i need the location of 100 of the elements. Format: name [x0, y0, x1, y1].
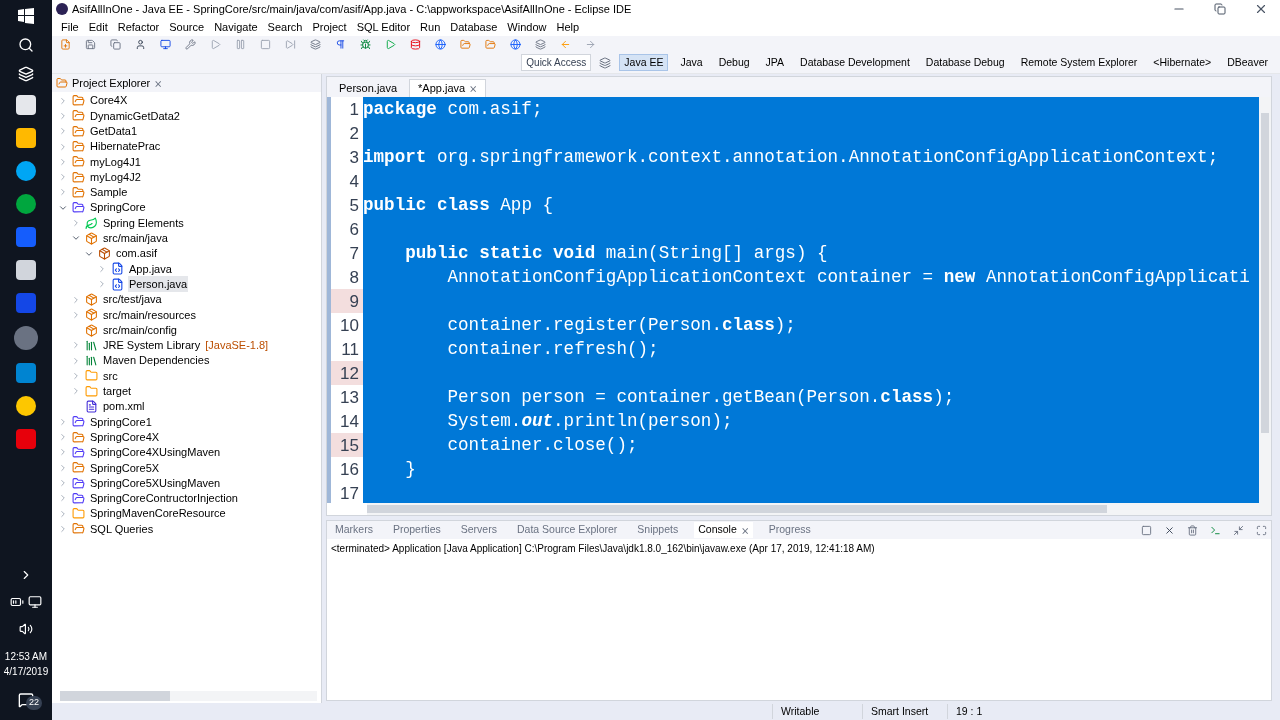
tree-item[interactable]: SpringCore4XUsingMaven [89, 444, 222, 461]
panel-tab[interactable]: Markers [331, 522, 377, 538]
menu-item[interactable]: Search [262, 18, 308, 36]
open-perspective-icon[interactable] [599, 56, 612, 69]
tree-item[interactable]: Person.java [128, 275, 189, 293]
network-icon[interactable] [28, 595, 42, 609]
tree-item[interactable]: SpringCore1 [89, 413, 153, 431]
tree-item[interactable]: SpringCore4X [89, 428, 161, 446]
windows-logo-icon[interactable] [18, 8, 34, 24]
tree-item[interactable]: src [102, 367, 119, 385]
tree-item[interactable]: SpringCore5X [89, 459, 161, 477]
tree-item[interactable]: src/test/java [102, 291, 163, 308]
perspective-button[interactable]: Java EE [619, 53, 669, 72]
tree-item[interactable]: SQL Queries [89, 520, 155, 538]
perspective-button[interactable]: Debug [714, 54, 754, 71]
restore-icon[interactable] [1214, 3, 1226, 15]
close-icon[interactable] [1254, 2, 1268, 16]
task-view-icon[interactable] [18, 66, 34, 82]
perspective-button[interactable]: Java [676, 54, 707, 71]
menu-item[interactable]: Run [415, 18, 446, 36]
panel-tab[interactable]: Properties [388, 522, 445, 538]
forward-icon[interactable] [585, 38, 596, 50]
quick-access-field[interactable]: Quick Access [521, 54, 592, 71]
tree-item[interactable]: Core4X [89, 92, 129, 109]
wrench-icon[interactable] [185, 38, 196, 50]
volume-icon[interactable] [19, 622, 33, 636]
minimize-icon[interactable] [1233, 524, 1244, 536]
console-icon[interactable] [1210, 524, 1221, 536]
app-icon[interactable] [16, 95, 36, 115]
panel-tab[interactable]: Snippets [633, 522, 683, 538]
tree-item[interactable]: SpringCoreContructorInjection [89, 490, 239, 507]
tree-item[interactable]: DynamicGetData2 [89, 107, 181, 125]
resume-icon[interactable] [210, 38, 221, 50]
app-icon[interactable] [16, 128, 36, 148]
search-icon[interactable] [18, 37, 34, 53]
globe-icon[interactable] [435, 38, 446, 50]
menu-item[interactable]: Source [164, 18, 210, 36]
horizontal-scrollbar[interactable] [367, 503, 1271, 515]
new-file-icon[interactable] [60, 38, 71, 50]
layers-icon[interactable] [310, 38, 321, 50]
step-icon[interactable] [285, 38, 296, 50]
perspective-button[interactable]: JPA [761, 54, 789, 71]
perspective-button[interactable]: <Hibernate> [1149, 54, 1216, 71]
tree-item[interactable]: src/main/java [102, 230, 169, 247]
app-icon[interactable] [16, 260, 36, 280]
tree-item[interactable]: SpringCore [89, 199, 147, 216]
panel-tab[interactable]: Project Explorer [72, 74, 151, 92]
menu-item[interactable]: Help [551, 18, 585, 36]
menu-item[interactable]: Database [445, 18, 503, 36]
panel-tab[interactable]: Console ⨯ [694, 522, 753, 538]
tree-item[interactable]: SpringMavenCoreResource [89, 505, 227, 522]
remove-icon[interactable] [1164, 524, 1175, 536]
save-all-icon[interactable] [110, 38, 121, 50]
horizontal-scrollbar[interactable] [60, 691, 317, 701]
tree-item[interactable]: target [102, 383, 133, 400]
perspective-button[interactable]: Database Development [796, 54, 914, 71]
menu-item[interactable]: Navigate [209, 18, 263, 36]
layers-icon[interactable] [535, 38, 546, 50]
tree-item[interactable]: myLog4J2 [89, 168, 142, 186]
perspective-button[interactable]: DBeaver [1223, 54, 1272, 71]
tree-item[interactable]: src/main/config [102, 321, 178, 339]
folder-icon[interactable] [56, 77, 68, 89]
suspend-icon[interactable] [235, 38, 246, 50]
tree-item[interactable]: SpringCore5XUsingMaven [89, 474, 222, 492]
editor-tab[interactable]: *App.java ⨯ [409, 79, 487, 97]
tree-item[interactable]: Spring Elements [102, 214, 185, 232]
open-folder-icon[interactable] [460, 38, 471, 50]
menu-item[interactable]: File [56, 18, 84, 36]
maximize-icon[interactable] [1256, 524, 1267, 536]
tree-item[interactable]: App.java [128, 260, 173, 278]
tree-item[interactable]: HibernatePrac [89, 138, 162, 155]
panel-tab[interactable]: Progress [764, 522, 815, 538]
tree-item[interactable]: myLog4J1 [89, 153, 142, 171]
pilcrow-icon[interactable] [335, 38, 346, 50]
menu-item[interactable]: Project [307, 18, 352, 36]
close-tab-button[interactable]: ⨯ [154, 75, 163, 91]
app-icon[interactable] [16, 161, 36, 181]
menu-item[interactable]: Refactor [112, 18, 165, 36]
tree-item[interactable]: src/main/resources [102, 306, 197, 324]
back-icon[interactable] [560, 38, 571, 50]
menu-item[interactable]: SQL Editor [351, 18, 416, 36]
app-icon[interactable] [16, 194, 36, 214]
tree-item[interactable]: com.asif [115, 245, 158, 262]
battery-icon[interactable] [10, 595, 24, 609]
perspective-button[interactable]: Database Debug [921, 54, 1009, 71]
clear-icon[interactable] [1187, 524, 1198, 536]
save-icon[interactable] [85, 38, 96, 50]
tree-item[interactable]: pom.xml [102, 398, 146, 415]
run-icon[interactable] [385, 38, 396, 50]
tree-item[interactable]: GetData1 [89, 123, 139, 140]
bug-icon[interactable] [360, 38, 371, 50]
monitor-icon[interactable] [160, 38, 171, 50]
terminate-icon[interactable] [1141, 524, 1152, 536]
stop-icon[interactable] [260, 38, 271, 50]
menu-item[interactable]: Edit [83, 18, 113, 36]
tree-item[interactable]: Sample [89, 184, 129, 201]
perspective-button[interactable]: Remote System Explorer [1016, 54, 1142, 71]
editor-tab[interactable]: Person.java [331, 79, 406, 97]
code-editor[interactable] [326, 76, 1272, 516]
panel-tab[interactable]: Servers [456, 522, 501, 538]
